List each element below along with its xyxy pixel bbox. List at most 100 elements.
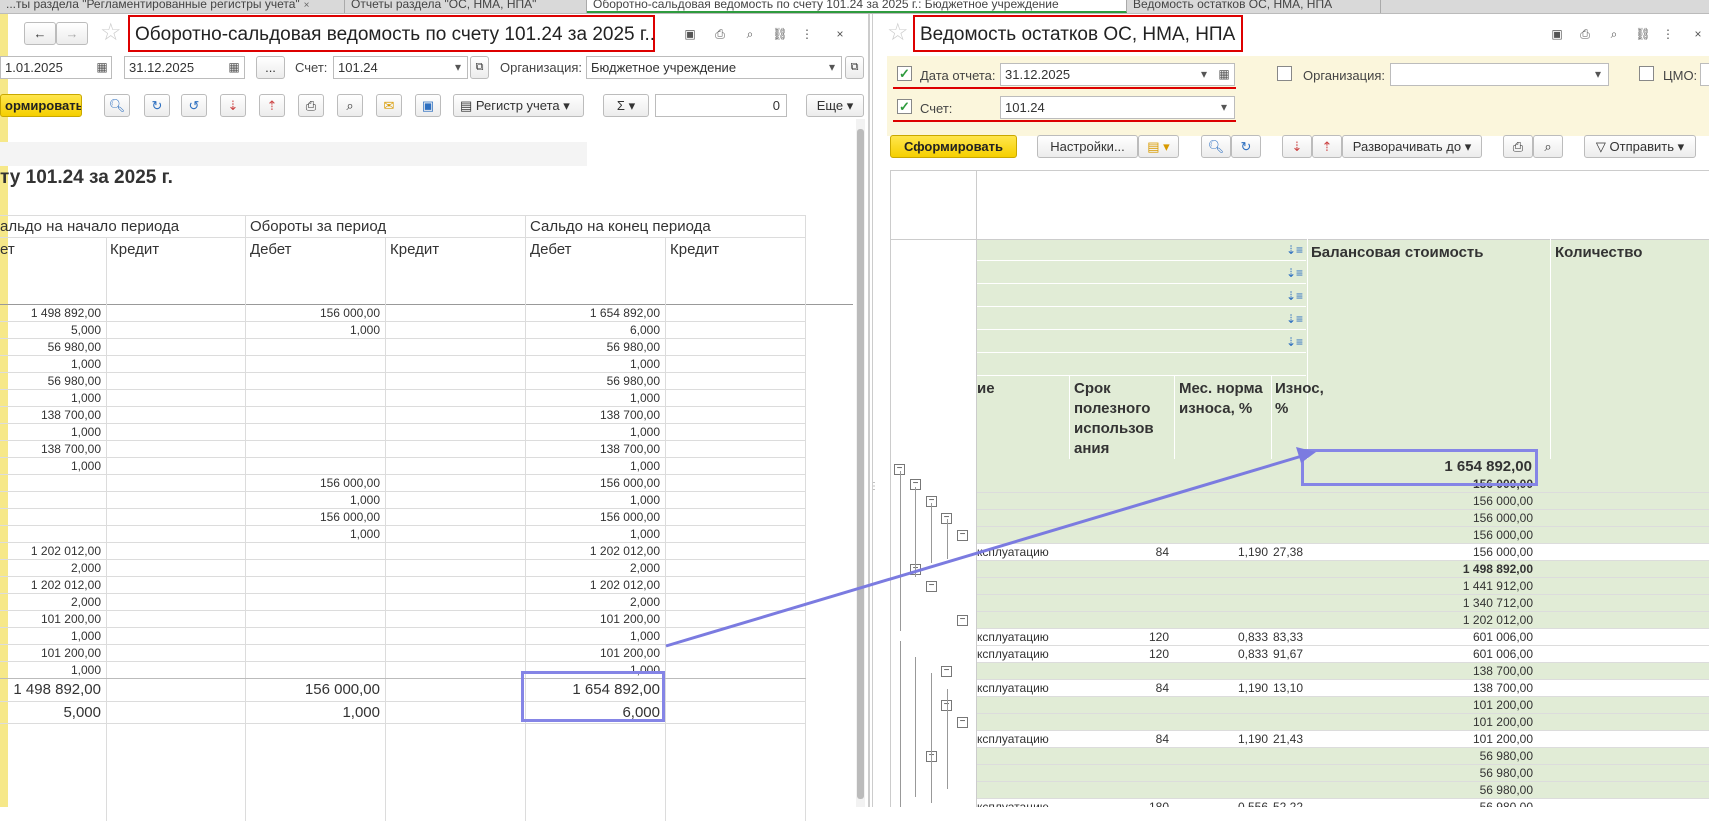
collapse-icon[interactable]: − xyxy=(926,581,937,592)
cmo-label: ЦМО: xyxy=(1663,68,1698,83)
date-from-value: 1.01.2025 xyxy=(5,60,63,75)
org-checkbox[interactable]: ✓ xyxy=(1277,66,1292,81)
register-dropdown[interactable]: ▤ Регистр учета ▾ xyxy=(453,94,584,117)
sort-group-icon[interactable]: ⇣≡ xyxy=(1286,312,1303,326)
account-field[interactable]: 101.24 xyxy=(333,56,468,79)
account-field[interactable]: 101.24 xyxy=(1000,96,1235,119)
sort-desc-icon[interactable]: ⇣ xyxy=(1282,135,1312,158)
row-closing-debit: 2,000 xyxy=(629,561,660,575)
calendar-icon[interactable]: ▦ xyxy=(227,57,241,77)
preview-icon[interactable]: ⌕ xyxy=(1604,24,1624,44)
scrollbar-track[interactable] xyxy=(856,119,865,807)
tab-regulated-registers[interactable]: ...ты раздела "Регламентированные регист… xyxy=(0,0,345,13)
collapse-icon[interactable]: − xyxy=(957,717,968,728)
mail-icon[interactable]: ✉ xyxy=(376,94,402,117)
save-icon[interactable]: ▣ xyxy=(415,94,441,117)
sort-group-icon[interactable]: ⇣≡ xyxy=(1286,266,1303,280)
preview-icon[interactable]: ⌕ xyxy=(337,94,363,117)
chevron-down-icon[interactable]: ▾ xyxy=(1197,64,1211,84)
row-norm: 0,833 xyxy=(1237,630,1268,644)
collapse-icon[interactable]: − xyxy=(957,615,968,626)
find-next-icon[interactable]: ↻ xyxy=(144,94,170,117)
chevron-down-icon[interactable]: ▾ xyxy=(1217,97,1231,117)
grid-line xyxy=(977,306,1306,307)
subcol-header: Дебет xyxy=(250,241,292,258)
grid-line xyxy=(245,215,246,821)
tab-osv[interactable]: Оборотно-сальдовая ведомость по счету 10… xyxy=(587,0,1127,13)
sort-asc-icon[interactable]: ⇡ xyxy=(1312,135,1342,158)
sum-dropdown[interactable]: Σ ▾ xyxy=(603,94,649,117)
tab-balance-statement[interactable]: Ведомость остатков ОС, НМА, НПА xyxy=(1127,0,1381,13)
org-field[interactable] xyxy=(1390,63,1609,86)
print-icon[interactable]: ⎙ xyxy=(710,24,730,44)
preview-icon[interactable]: ⌕ xyxy=(1533,135,1563,158)
open-icon[interactable]: ⧉ xyxy=(845,56,864,79)
star-icon[interactable]: ☆ xyxy=(887,18,909,47)
window-tab-strip: ...ты раздела "Регламентированные регист… xyxy=(0,0,1709,14)
search-icon[interactable]: 🔍︎ xyxy=(104,94,130,117)
star-icon[interactable]: ☆ xyxy=(100,18,122,47)
grid-line xyxy=(0,491,806,492)
generate-button[interactable]: Сформировать xyxy=(890,135,1017,158)
find-next-icon[interactable]: ↻ xyxy=(1231,135,1261,158)
more-vert-icon[interactable]: ⋮ xyxy=(1661,24,1675,44)
sort-group-icon[interactable]: ⇣≡ xyxy=(1286,289,1303,303)
link-icon[interactable]: ⛓ xyxy=(1633,24,1653,44)
period-select-button[interactable]: ... xyxy=(256,56,285,79)
row-closing-debit: 2,000 xyxy=(629,595,660,609)
save-icon[interactable]: ▣ xyxy=(680,24,700,44)
generate-button[interactable]: ормировать xyxy=(0,94,82,117)
sort-group-icon[interactable]: ⇣≡ xyxy=(1286,243,1303,257)
calendar-icon[interactable]: ▦ xyxy=(95,57,109,77)
org-field[interactable]: Бюджетное учреждение xyxy=(586,56,842,79)
tab-label: Ведомость остатков ОС, НМА, НПА xyxy=(1133,0,1333,11)
chevron-down-icon[interactable]: ▾ xyxy=(451,57,465,77)
send-dropdown[interactable]: ▽ Отправить ▾ xyxy=(1584,135,1696,158)
grid-line xyxy=(0,542,806,543)
collapse-icon[interactable]: − xyxy=(957,530,968,541)
sort-asc-icon[interactable]: ⇡ xyxy=(259,94,285,117)
grid-line xyxy=(977,730,1709,731)
chevron-down-icon[interactable]: ▾ xyxy=(825,57,839,77)
grid-line xyxy=(0,525,806,526)
cmo-checkbox[interactable]: ✓ xyxy=(1639,66,1654,81)
print-icon[interactable]: ⎙ xyxy=(298,94,324,117)
collapse-icon[interactable]: − xyxy=(941,666,952,677)
forward-button[interactable]: → xyxy=(56,22,88,45)
account-checkbox[interactable]: ✓ xyxy=(897,99,912,114)
pane-splitter[interactable] xyxy=(868,14,870,807)
col-closing-header: Сальдо на конец периода xyxy=(530,218,711,235)
close-icon[interactable]: × xyxy=(1688,24,1708,44)
total2-open: 5,000 xyxy=(63,704,101,721)
more-vert-icon[interactable]: ⋮ xyxy=(800,24,814,44)
print-icon[interactable]: ⎙ xyxy=(1503,135,1533,158)
print-icon[interactable]: ⎙ xyxy=(1575,24,1595,44)
preview-icon[interactable]: ⌕ xyxy=(740,24,760,44)
date-checkbox[interactable]: ✓ xyxy=(897,66,912,81)
back-button[interactable]: ← xyxy=(24,22,56,45)
balance-report-grid: ⇣≡ ⇣≡ ⇣≡ ⇣≡ ⇣≡ Балансовая стоимость Коли… xyxy=(890,170,1709,807)
row-opening-debit: 1,000 xyxy=(70,357,101,371)
save-icon[interactable]: ▣ xyxy=(1547,24,1567,44)
link-icon[interactable]: ⛓ xyxy=(770,24,790,44)
row-norm: 1,190 xyxy=(1237,681,1268,695)
calendar-icon[interactable]: ▦ xyxy=(1217,64,1231,84)
expand-dropdown[interactable]: Разворачивать до ▾ xyxy=(1342,135,1482,158)
scrollbar-thumb[interactable] xyxy=(857,129,864,799)
open-icon[interactable]: ⧉ xyxy=(470,56,489,79)
sort-desc-icon[interactable]: ⇣ xyxy=(220,94,246,117)
search-icon[interactable]: 🔍︎ xyxy=(1201,135,1231,158)
settings-button[interactable]: Настройки... xyxy=(1037,135,1138,158)
variants-icon[interactable]: ▤ ▾ xyxy=(1138,135,1179,158)
find-cancel-icon[interactable]: ↺ xyxy=(181,94,207,117)
more-button[interactable]: Еще ▾ xyxy=(806,94,864,117)
row-closing-debit: 1,000 xyxy=(629,357,660,371)
tab-os-reports[interactable]: Отчеты раздела "ОС, НМА, НПА" xyxy=(345,0,587,13)
row-opening-debit: 1,000 xyxy=(70,459,101,473)
close-icon[interactable]: × xyxy=(830,24,850,44)
close-icon[interactable]: × xyxy=(304,0,310,11)
total-open: 1 498 892,00 xyxy=(13,681,101,698)
chevron-down-icon[interactable]: ▾ xyxy=(1591,64,1605,84)
sort-group-icon[interactable]: ⇣≡ xyxy=(1286,335,1303,349)
cmo-field[interactable] xyxy=(1700,63,1709,86)
